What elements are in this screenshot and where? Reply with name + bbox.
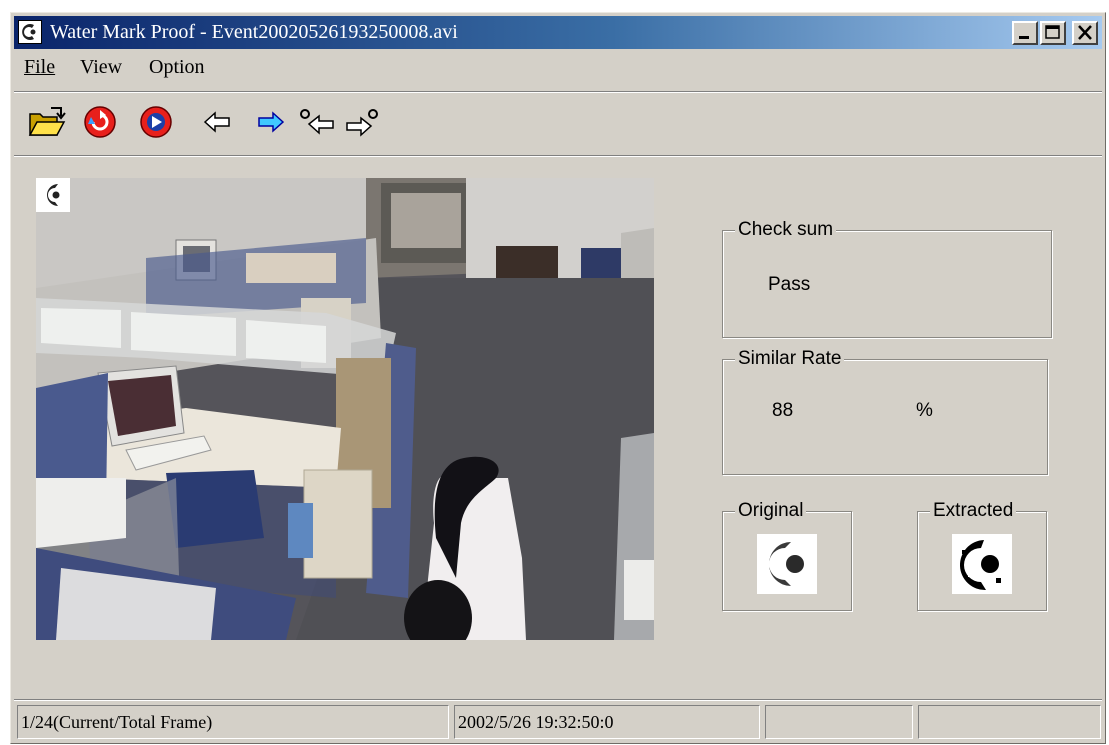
maximize-icon [1045, 25, 1060, 39]
status-pane-3 [765, 705, 913, 739]
minimize-icon [1019, 36, 1029, 39]
menu-file[interactable]: File [24, 56, 55, 79]
next-frame-button[interactable] [249, 101, 291, 145]
menu-bar: File View Option [14, 53, 1102, 83]
similar-rate-group: Similar Rate 88 % [722, 348, 1048, 475]
video-frame[interactable] [36, 178, 654, 640]
office-surveillance-image [36, 178, 654, 640]
status-pane-4 [918, 705, 1101, 739]
extracted-label: Extracted [930, 500, 1017, 522]
minimize-button[interactable] [1012, 21, 1038, 45]
similar-rate-label: Similar Rate [735, 348, 845, 370]
next-watermark-icon [346, 108, 378, 137]
extracted-group: Extracted [917, 500, 1047, 611]
original-watermark-icon [757, 534, 817, 594]
rewind-icon [84, 106, 116, 138]
checksum-value: Pass [768, 274, 811, 295]
checksum-group: Check sum Pass [722, 219, 1052, 338]
status-bar: 1/24(Current/Total Frame) 2002/5/26 19:3… [14, 705, 1102, 741]
status-frame: 1/24(Current/Total Frame) [17, 705, 449, 739]
play-button[interactable] [135, 101, 177, 145]
previous-frame-button[interactable] [197, 101, 239, 145]
menu-option[interactable]: Option [149, 56, 205, 79]
next-frame-icon [258, 111, 285, 133]
title-bar[interactable]: Water Mark Proof - Event2002052619325000… [14, 16, 1102, 49]
previous-watermark-icon [300, 108, 334, 135]
window-title: Water Mark Proof - Event2002052619325000… [50, 21, 458, 43]
toolbar-separator [14, 155, 1102, 157]
previous-watermark-button[interactable] [297, 101, 339, 145]
app-window: Water Mark Proof - Event2002052619325000… [10, 12, 1106, 744]
maximize-button[interactable] [1040, 21, 1066, 45]
toolbar [17, 101, 1099, 145]
app-logo-icon[interactable] [18, 20, 42, 44]
open-folder-icon [28, 107, 66, 136]
play-icon [140, 106, 172, 138]
next-watermark-button[interactable] [341, 101, 383, 145]
menu-separator [14, 91, 1102, 93]
status-separator [14, 699, 1102, 701]
similar-rate-unit: % [916, 400, 933, 421]
open-button[interactable] [25, 101, 67, 145]
close-icon [1078, 25, 1092, 40]
extracted-watermark-icon [952, 534, 1012, 594]
original-label: Original [735, 500, 807, 522]
close-button[interactable] [1072, 21, 1098, 45]
watermark-overlay-icon [36, 178, 70, 212]
original-group: Original [722, 500, 852, 611]
checksum-label: Check sum [735, 219, 837, 241]
rewind-button[interactable] [79, 101, 121, 145]
status-timestamp: 2002/5/26 19:32:50:0 [454, 705, 760, 739]
similar-rate-value: 88 [772, 400, 794, 421]
previous-frame-icon [203, 111, 230, 133]
menu-view[interactable]: View [80, 56, 122, 79]
